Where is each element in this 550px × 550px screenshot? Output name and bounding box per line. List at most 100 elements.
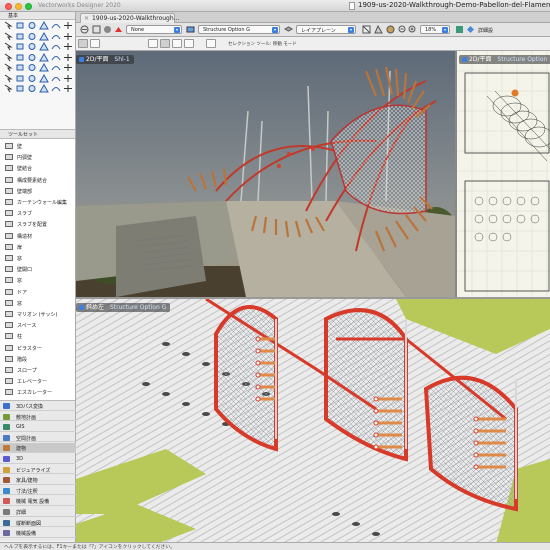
toolset-item[interactable]: エレベーター <box>0 376 76 385</box>
toolset-item[interactable]: スラブ <box>0 208 76 217</box>
render-mode-icon[interactable] <box>386 25 395 34</box>
reshape-tool-icon[interactable] <box>27 63 37 72</box>
layer-icon[interactable] <box>284 25 293 34</box>
isometric-viewport[interactable]: 斜め左 Structure Option G <box>76 297 550 542</box>
arrow-tool-icon[interactable] <box>3 21 13 30</box>
toolset-item[interactable]: スペース <box>0 320 76 329</box>
close-tab-icon[interactable]: × <box>84 15 89 22</box>
bucket-tool-icon[interactable] <box>63 74 73 83</box>
mode-option-4-button[interactable] <box>184 39 194 48</box>
link-tool-icon[interactable] <box>51 84 61 93</box>
layer-options-icon[interactable] <box>466 25 475 34</box>
mode-option-3-button[interactable] <box>172 39 182 48</box>
iso-viewport-label[interactable]: 斜め左 Structure Option G <box>76 303 171 312</box>
curve-tool-icon[interactable] <box>27 42 37 51</box>
toolset-palette-header[interactable]: ツールセット <box>0 130 75 139</box>
layer-plane-dropdown[interactable]: レイアプレーン ▾ <box>296 25 356 34</box>
top-plan-viewport[interactable]: 2D/平面 Structure Option <box>455 51 550 297</box>
hatch-tool-icon[interactable] <box>3 84 13 93</box>
toolset-item[interactable]: カーテンウォール編集 <box>0 197 76 206</box>
top-viewport-label[interactable]: 2D/平面 Structure Option <box>459 55 550 64</box>
toolset-item[interactable]: ドア <box>0 287 76 296</box>
toolset-item[interactable]: 窓 <box>0 275 76 284</box>
toolset-category-4[interactable]: 建物 <box>0 443 76 453</box>
toolset-category-0[interactable]: 3Dパス変換 <box>0 401 76 411</box>
toolset-item[interactable]: 壁結合 <box>0 163 76 172</box>
zoom-window-button[interactable] <box>25 3 32 10</box>
toolset-category-2[interactable]: GIS <box>0 422 76 432</box>
render-viewport-label[interactable]: 2D/平面 Shl-1 <box>76 55 134 64</box>
mode-preferences-button[interactable] <box>206 39 216 48</box>
toolset-item[interactable]: 構成要素結合 <box>0 175 76 184</box>
arc-tool-icon[interactable] <box>3 42 13 51</box>
connect-tool-icon[interactable] <box>63 63 73 72</box>
toolset-category-9[interactable]: 機械 電気 設備 <box>0 496 76 506</box>
fillet-tool-icon[interactable] <box>15 74 25 83</box>
toolset-category-11[interactable]: 縦断断面図 <box>0 518 76 528</box>
mode-option-2-button[interactable] <box>160 39 170 48</box>
pan-tool-icon[interactable] <box>15 21 25 30</box>
poly-tool-icon[interactable] <box>15 42 25 51</box>
zoom-tool-icon[interactable] <box>27 21 37 30</box>
document-tab[interactable]: × 1909-us-2020-Walkthrough... <box>80 13 179 23</box>
mirror-tool-icon[interactable] <box>15 63 25 72</box>
flyover-tool-icon[interactable] <box>39 20 49 30</box>
double-tool-icon[interactable] <box>3 53 13 62</box>
trim-tool-icon[interactable] <box>39 73 49 83</box>
tape-tool-icon[interactable] <box>51 53 61 62</box>
eyedrop-tool-icon[interactable] <box>39 52 49 62</box>
freehand-tool-icon[interactable] <box>39 41 49 51</box>
split-tool-icon[interactable] <box>51 63 61 72</box>
toolset-item[interactable]: 壁端部 <box>0 186 76 195</box>
toolset-item[interactable]: 窓 <box>0 298 76 307</box>
render-icon[interactable] <box>103 25 112 34</box>
toolset-category-7[interactable]: 家具/建物 <box>0 475 76 485</box>
rotate-tool-icon[interactable] <box>39 62 49 72</box>
class-dropdown[interactable]: None ▾ <box>126 25 182 34</box>
ref-tool-icon[interactable] <box>39 83 49 93</box>
minimize-window-button[interactable] <box>15 3 22 10</box>
spiral-tool-icon[interactable] <box>51 42 61 51</box>
toolset-item[interactable]: 円弧壁 <box>0 152 76 161</box>
toolset-category-8[interactable]: 寸法/注釈 <box>0 486 76 496</box>
toolset-item[interactable]: 柱 <box>0 331 76 340</box>
toolset-item[interactable]: スラブを配置 <box>0 219 76 228</box>
zoom-dropdown[interactable]: 18% ▾ <box>420 25 450 34</box>
flyover-icon[interactable] <box>80 25 89 34</box>
move-tool-icon[interactable] <box>3 63 13 72</box>
toolset-item[interactable]: 階段 <box>0 354 76 363</box>
callout-tool-icon[interactable] <box>63 21 73 30</box>
dim-tool-icon[interactable] <box>15 32 25 41</box>
mark-tool-icon[interactable] <box>63 84 73 93</box>
stipple-tool-icon[interactable] <box>15 84 25 93</box>
class-icon[interactable] <box>114 25 123 34</box>
selection-tool-button[interactable] <box>78 39 88 48</box>
unified-view-icon[interactable] <box>455 25 464 34</box>
zoom-in-icon[interactable] <box>408 25 417 34</box>
text-tool-icon[interactable] <box>51 21 61 30</box>
rect-tool-icon[interactable] <box>27 32 37 41</box>
close-window-button[interactable] <box>5 3 12 10</box>
toolset-item[interactable]: 壁開口 <box>0 264 76 273</box>
view-icon[interactable] <box>92 25 101 34</box>
circle-tool-icon[interactable] <box>51 32 61 41</box>
toolset-category-1[interactable]: 敷地計画 <box>0 412 76 422</box>
protractor-tool-icon[interactable] <box>63 53 73 62</box>
offset-tool-icon[interactable] <box>3 74 13 83</box>
design-option-dropdown[interactable]: Structure Option G ▾ <box>198 25 280 34</box>
locus-tool-icon[interactable] <box>27 84 37 93</box>
projection-icon[interactable] <box>374 25 383 34</box>
toolset-item[interactable]: スロープ <box>0 365 76 374</box>
toolset-category-3[interactable]: 空間計画 <box>0 433 76 443</box>
polyline-tool-icon[interactable] <box>63 42 73 51</box>
standard-view-icon[interactable] <box>362 25 371 34</box>
extend-tool-icon[interactable] <box>51 74 61 83</box>
toolset-category-6[interactable]: ビジュアライズ <box>0 465 76 475</box>
toolset-category-5[interactable]: 3D <box>0 454 76 464</box>
rotate-mode-button[interactable] <box>90 39 100 48</box>
toolset-item[interactable]: マリオン (サッシ) <box>0 309 76 318</box>
mode-option-1-button[interactable] <box>148 39 158 48</box>
toolset-item[interactable]: 構造材 <box>0 231 76 240</box>
clip-tool-icon[interactable] <box>27 74 37 83</box>
toolset-item[interactable]: ピラスター <box>0 343 76 352</box>
